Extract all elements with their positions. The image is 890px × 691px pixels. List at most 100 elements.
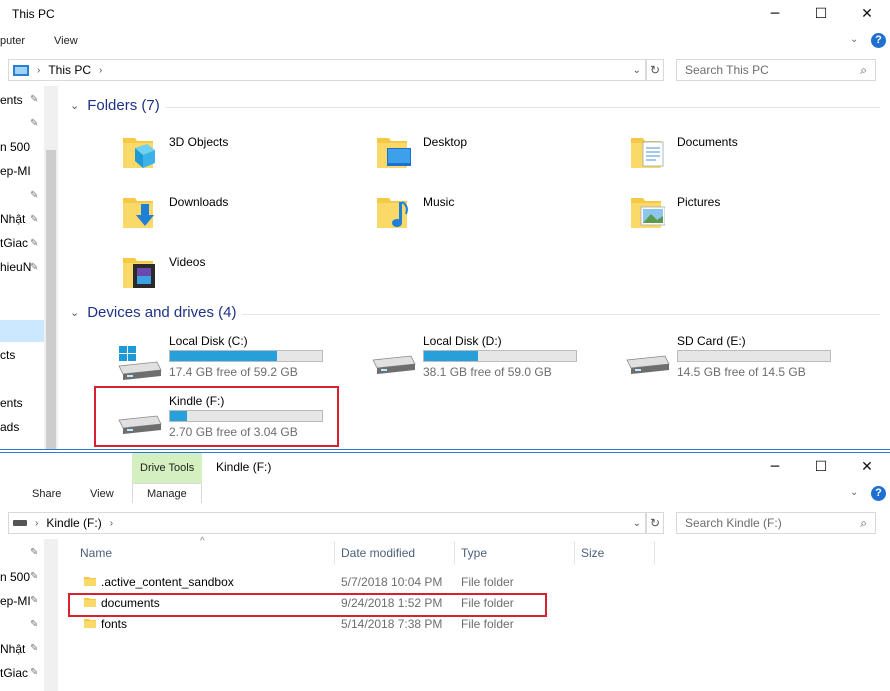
ribbon-tab-share[interactable]: Share	[32, 488, 61, 500]
drive-free-space: 14.5 GB free of 14.5 GB	[677, 365, 806, 379]
folder-desktop[interactable]: Desktop	[375, 130, 575, 184]
nav-item[interactable]: ads	[0, 420, 19, 434]
sort-ascending-icon: ^	[200, 536, 205, 547]
nav-item[interactable]: ents	[0, 93, 23, 107]
nav-item[interactable]: Nhật	[0, 212, 25, 226]
table-row[interactable]: .active_content_sandbox 5/7/2018 10:04 P…	[80, 572, 580, 592]
collapse-chevron-icon[interactable]: ⌄	[70, 99, 79, 112]
folder-videos[interactable]: Videos	[121, 250, 321, 304]
nav-scrollbar[interactable]	[44, 539, 58, 691]
nav-item[interactable]: tGiac	[0, 666, 28, 680]
pin-icon[interactable]: ✎	[30, 94, 38, 105]
help-icon[interactable]: ?	[871, 33, 886, 48]
column-separator[interactable]	[654, 541, 655, 565]
ribbon-tab-view[interactable]: View	[90, 488, 114, 500]
nav-item[interactable]: ep-MI	[0, 164, 31, 178]
maximize-button[interactable]: ☐	[798, 453, 844, 481]
nav-item-selected-this-pc[interactable]	[0, 320, 44, 342]
nav-item[interactable]: cts	[0, 348, 15, 362]
breadcrumb-this-pc[interactable]: This PC	[48, 63, 91, 77]
drive-d[interactable]: Local Disk (D:) 38.1 GB free of 59.0 GB	[367, 334, 607, 384]
search-box[interactable]: Search This PC ⌕	[676, 59, 876, 81]
chevron-down-icon[interactable]: ⌄	[850, 34, 858, 45]
drive-usage-bar	[169, 350, 323, 362]
breadcrumb-chevron-icon[interactable]: ›	[99, 65, 102, 76]
drive-usage-bar	[677, 350, 831, 362]
ribbon-tab-view[interactable]: View	[54, 35, 78, 47]
pin-icon[interactable]: ✎	[30, 547, 38, 558]
chevron-down-icon[interactable]: ⌄	[850, 487, 858, 498]
folders-group-header[interactable]: ⌄ Folders (7)	[70, 97, 160, 114]
search-icon[interactable]: ⌕	[860, 516, 867, 531]
folder-label: Documents	[677, 135, 738, 149]
search-box[interactable]: Search Kindle (F:) ⌕	[676, 512, 876, 534]
folder-downloads[interactable]: Downloads	[121, 190, 321, 244]
address-dropdown-icon[interactable]: ⌄	[633, 518, 641, 529]
refresh-icon[interactable]: ↻	[646, 512, 664, 534]
pin-icon[interactable]: ✎	[30, 118, 38, 129]
highlight-box-kindle-drive	[94, 386, 339, 447]
ribbon-tab-manage[interactable]: Manage	[147, 488, 187, 500]
column-separator[interactable]	[334, 541, 335, 565]
music-folder-icon	[377, 198, 408, 228]
address-bar[interactable]: › Kindle (F:) › ⌄	[8, 512, 646, 534]
pin-icon[interactable]: ✎	[30, 190, 38, 201]
nav-item[interactable]: tGiac	[0, 236, 28, 250]
column-header-type[interactable]: Type	[461, 546, 487, 560]
help-icon[interactable]: ?	[871, 486, 886, 501]
collapse-chevron-icon[interactable]: ⌄	[70, 306, 79, 319]
nav-item[interactable]: hieuN	[0, 260, 31, 274]
column-separator[interactable]	[574, 541, 575, 565]
ribbon-tab-manage-box[interactable]: Manage	[132, 483, 202, 503]
videos-folder-icon	[123, 258, 155, 288]
drive-icon	[13, 520, 27, 526]
column-header-size[interactable]: Size	[581, 546, 604, 560]
file-type: File folder	[461, 617, 514, 631]
pin-icon[interactable]: ✎	[30, 214, 38, 225]
address-dropdown-icon[interactable]: ⌄	[633, 65, 641, 76]
nav-item[interactable]: ents	[0, 396, 23, 410]
close-button[interactable]: ✕	[844, 453, 890, 481]
nav-scrollbar-thumb[interactable]	[46, 150, 56, 449]
address-bar[interactable]: › This PC › ⌄	[8, 59, 646, 81]
hard-drive-icon	[372, 355, 416, 374]
file-name: fonts	[101, 617, 128, 631]
column-header-name[interactable]: Name	[80, 546, 112, 560]
maximize-button[interactable]: ☐	[798, 0, 844, 28]
table-row[interactable]: fonts 5/14/2018 7:38 PM File folder	[80, 614, 580, 634]
drive-free-space: 17.4 GB free of 59.2 GB	[169, 365, 298, 379]
file-date: 5/7/2018 10:04 PM	[341, 575, 443, 589]
pin-icon[interactable]: ✎	[30, 238, 38, 249]
minimize-button[interactable]: ─	[752, 453, 798, 481]
breadcrumb-kindle[interactable]: Kindle (F:)	[46, 516, 101, 530]
devices-group-header[interactable]: ⌄ Devices and drives (4)	[70, 304, 236, 321]
refresh-icon[interactable]: ↻	[646, 59, 664, 81]
windows-drive-icon	[118, 346, 162, 380]
search-icon[interactable]: ⌕	[860, 63, 867, 78]
pin-icon[interactable]: ✎	[30, 262, 38, 273]
folder-pictures[interactable]: Pictures	[629, 190, 829, 244]
search-placeholder: Search Kindle (F:)	[685, 516, 782, 530]
pin-icon[interactable]: ✎	[30, 595, 38, 606]
nav-item[interactable]: n 500	[0, 140, 30, 154]
ribbon-tab-computer[interactable]: puter	[0, 35, 25, 47]
drive-c[interactable]: Local Disk (C:) 17.4 GB free of 59.2 GB	[113, 334, 353, 384]
close-button[interactable]: ✕	[844, 0, 890, 28]
pin-icon[interactable]: ✎	[30, 571, 38, 582]
folder-3d-objects[interactable]: 3D Objects	[121, 130, 321, 184]
minimize-button[interactable]: ─	[752, 0, 798, 28]
nav-item[interactable]: n 500	[0, 570, 30, 584]
drive-e[interactable]: SD Card (E:) 14.5 GB free of 14.5 GB	[621, 334, 861, 384]
drive-name: Local Disk (C:)	[169, 334, 248, 348]
column-separator[interactable]	[454, 541, 455, 565]
folder-label: 3D Objects	[169, 135, 229, 149]
pin-icon[interactable]: ✎	[30, 643, 38, 654]
pin-icon[interactable]: ✎	[30, 619, 38, 630]
folder-music[interactable]: Music	[375, 190, 575, 244]
nav-item[interactable]: Nhật	[0, 642, 25, 656]
breadcrumb-chevron-icon[interactable]: ›	[110, 518, 113, 529]
folder-documents[interactable]: Documents	[629, 130, 829, 184]
nav-item[interactable]: ep-MI	[0, 594, 31, 608]
pin-icon[interactable]: ✎	[30, 667, 38, 678]
column-header-date-modified[interactable]: Date modified	[341, 546, 415, 560]
